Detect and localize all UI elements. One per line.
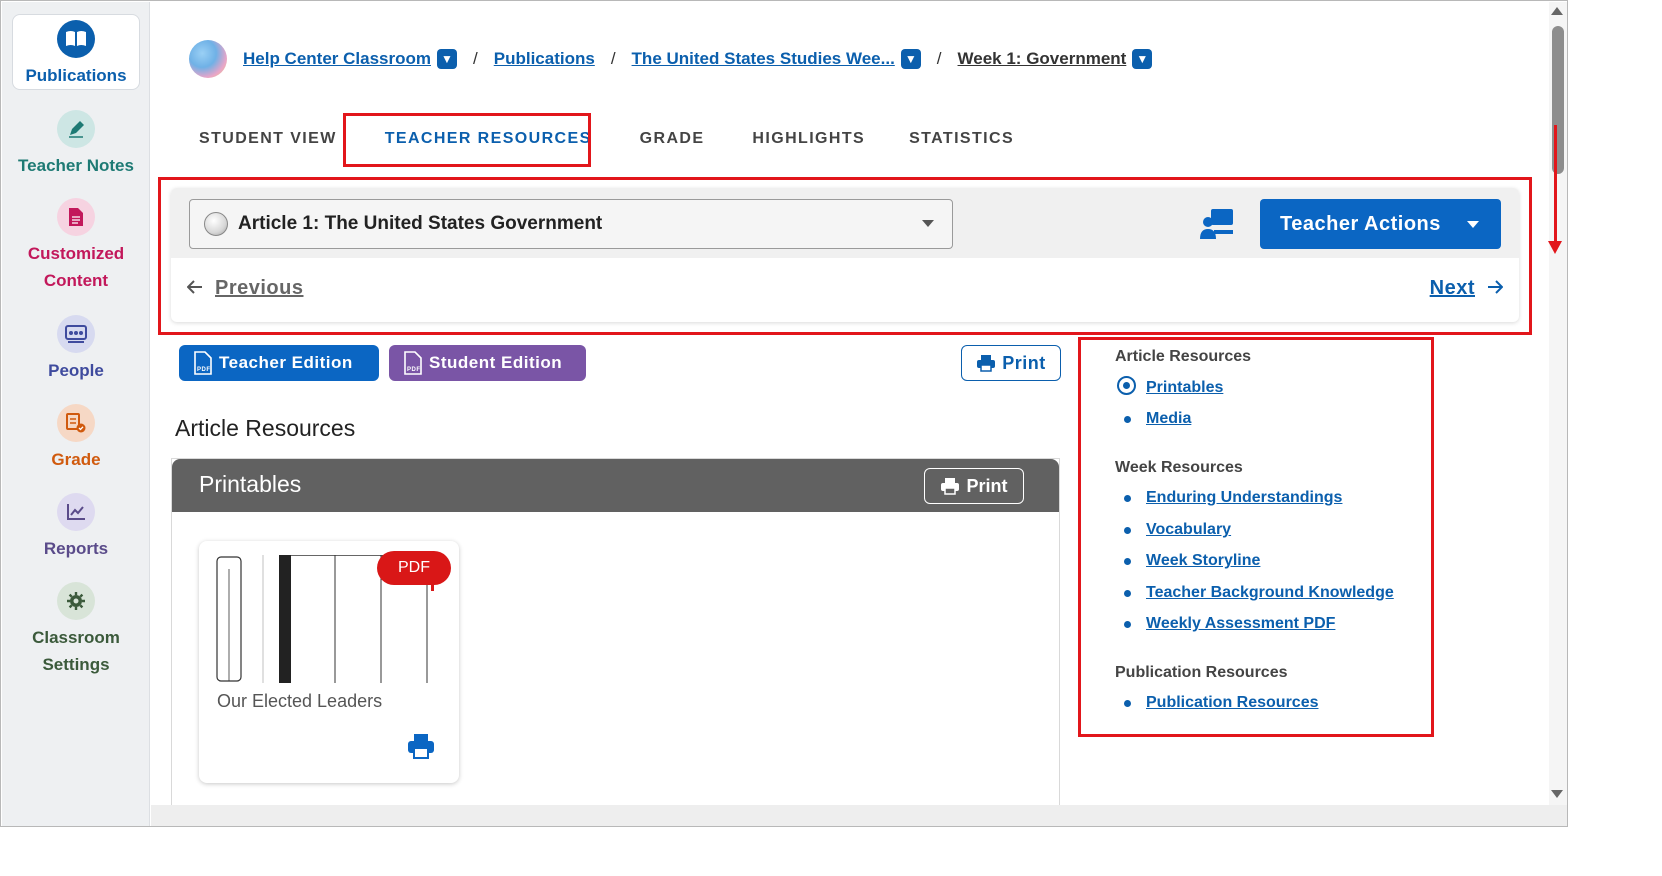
sidebar-item-label: Classroom: [32, 628, 120, 647]
teacher-edition-label: Teacher Edition: [219, 353, 353, 372]
svg-text:PDF: PDF: [407, 367, 421, 373]
sidebar-item-label: Publications: [25, 66, 127, 85]
breadcrumb-separator: /: [473, 49, 478, 68]
printables-title: Printables: [199, 471, 302, 497]
breadcrumb: Help Center Classroom ▼ / Publications /…: [189, 39, 1153, 79]
svg-text:PDF: PDF: [197, 367, 211, 373]
tab-bar: STUDENT VIEW TEACHER RESOURCES GRADE HIG…: [177, 119, 1036, 159]
breadcrumb-separator: /: [936, 49, 942, 68]
sidebar-item-label: Customized: [27, 244, 125, 263]
sidebar-item-label: People: [48, 361, 104, 380]
student-edition-button[interactable]: PDF Student Edition: [389, 345, 586, 381]
document-card[interactable]: PDF Our Elected Leaders: [199, 541, 459, 783]
pdf-file-icon: PDF: [403, 351, 423, 375]
tab-student-view[interactable]: STUDENT VIEW: [177, 119, 359, 159]
pen-icon: [57, 110, 95, 148]
chevron-down-icon[interactable]: ▼: [900, 49, 921, 69]
scroll-up-icon[interactable]: [1551, 7, 1563, 15]
section-title: Article Resources: [175, 415, 356, 441]
scroll-indicator-arrow-icon: [1554, 125, 1557, 243]
highlight-box-tab: [343, 113, 591, 167]
pdf-file-icon: PDF: [193, 351, 213, 375]
sidebar-item-teacher-notes[interactable]: Teacher Notes: [2, 110, 150, 179]
tab-grade[interactable]: GRADE: [618, 119, 727, 159]
horizontal-scrollbar[interactable]: [151, 805, 1567, 826]
globe-icon: [189, 40, 227, 78]
sidebar-item-label-line2: Content: [43, 271, 109, 290]
sidebar-item-people[interactable]: People: [2, 315, 150, 384]
sidebar-item-customized-content[interactable]: Customized Content: [2, 198, 150, 294]
printables-header: Printables Print: [172, 459, 1059, 512]
printables-print-button[interactable]: Print: [924, 468, 1024, 504]
pdf-badge: PDF: [377, 551, 451, 585]
chevron-down-icon[interactable]: ▼: [437, 49, 457, 69]
sidebar-item-label: Grade: [51, 450, 101, 469]
sidebar-item-reports[interactable]: Reports: [2, 493, 150, 562]
student-edition-label: Student Edition: [429, 353, 563, 372]
breadcrumb-week[interactable]: Week 1: Government: [958, 49, 1127, 69]
sidebar: Publications Teacher Notes Customized Co…: [2, 2, 150, 826]
book-icon: [57, 20, 95, 58]
sidebar-item-grade[interactable]: Grade: [2, 404, 150, 473]
document-icon: [57, 198, 95, 236]
highlight-box-article-panel: [158, 177, 1532, 335]
printer-icon[interactable]: [407, 733, 435, 764]
sidebar-item-publications[interactable]: Publications: [2, 20, 150, 89]
sidebar-item-label: Teacher Notes: [18, 156, 134, 175]
teacher-edition-button[interactable]: PDF Teacher Edition: [179, 345, 379, 381]
gear-icon: [57, 582, 95, 620]
tab-statistics[interactable]: STATISTICS: [887, 119, 1036, 159]
printer-icon: [977, 355, 996, 372]
document-name: Our Elected Leaders: [217, 691, 383, 711]
printables-section: Printables Print PDF Our Elected Leaders: [171, 458, 1060, 826]
breadcrumb-classroom[interactable]: Help Center Classroom: [243, 49, 431, 69]
arrow-down-icon: [1548, 241, 1562, 254]
print-button[interactable]: Print: [961, 345, 1061, 381]
breadcrumb-publication-title[interactable]: The United States Studies Wee...: [632, 49, 895, 69]
chevron-down-icon[interactable]: ▼: [1132, 49, 1153, 69]
grade-icon: [57, 404, 95, 442]
tab-highlights[interactable]: HIGHLIGHTS: [726, 119, 887, 159]
sidebar-item-label: Reports: [43, 539, 109, 558]
printer-icon: [941, 478, 960, 495]
breadcrumb-publications[interactable]: Publications: [494, 49, 595, 69]
app-window: Publications Teacher Notes Customized Co…: [0, 0, 1568, 827]
sidebar-item-classroom-settings[interactable]: Classroom Settings: [2, 582, 150, 678]
scroll-down-icon[interactable]: [1551, 790, 1563, 798]
highlight-box-resources: [1078, 337, 1434, 737]
breadcrumb-separator: /: [610, 49, 616, 68]
sidebar-item-label-line2: Settings: [42, 655, 110, 674]
print-label: Print: [966, 475, 1008, 496]
print-label: Print: [1002, 352, 1046, 373]
people-icon: [57, 315, 95, 353]
chart-icon: [57, 493, 95, 531]
